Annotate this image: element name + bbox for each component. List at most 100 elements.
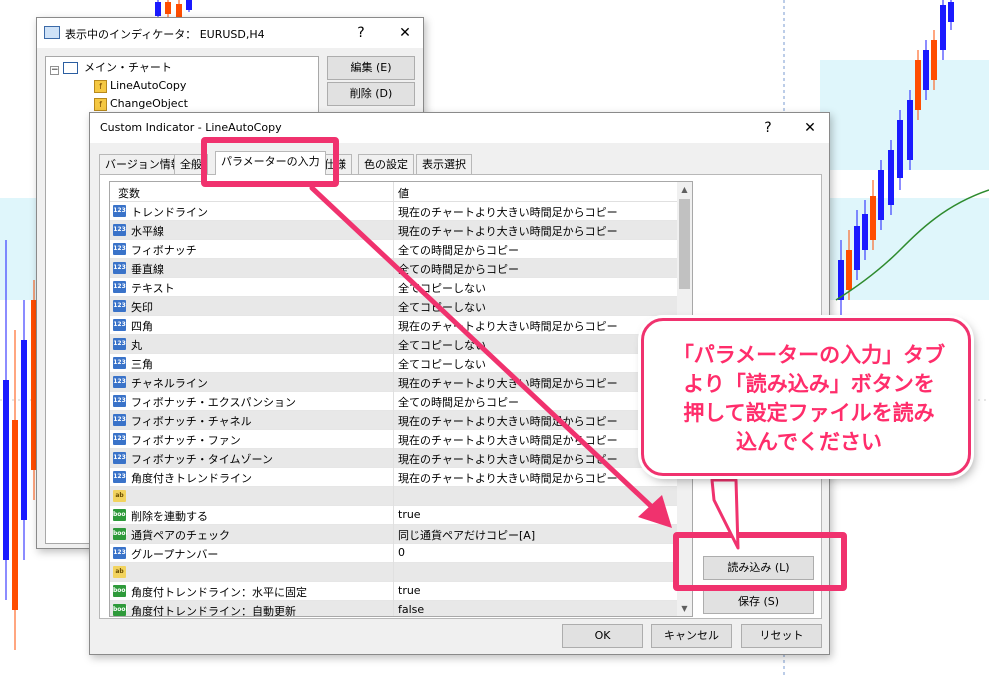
tab-inputs[interactable]: パラメーターの入力 (215, 151, 326, 175)
dialog-titlebar[interactable]: Custom Indicator - LineAutoCopy ? ✕ (90, 113, 829, 143)
number-type-icon: 123 (113, 300, 126, 312)
table-row[interactable]: bool 通貨ペアのチェック 同じ通貨ペアだけコピー[A] (110, 525, 678, 544)
parameter-name: チャネルライン (131, 377, 208, 390)
table-row[interactable]: 123 グループナンバー 0 (110, 544, 678, 563)
load-button[interactable]: 読み込み (L) (703, 556, 814, 580)
table-row[interactable]: 123 丸 全てコピーしない (110, 335, 678, 354)
candle-body (897, 120, 903, 178)
parameter-value[interactable]: 現在のチャートより大きい時間足からコピー (398, 375, 618, 391)
save-button[interactable]: 保存 (S) (703, 590, 814, 614)
parameter-value[interactable]: 全てコピーしない (398, 299, 486, 315)
parameter-name: 四角 (131, 320, 153, 333)
table-row[interactable]: 123 水平線 現在のチャートより大きい時間足からコピー (110, 221, 678, 240)
table-row[interactable]: bool 角度付トレンドライン：自動更新 false (110, 601, 678, 616)
number-type-icon: 123 (113, 262, 126, 274)
parameter-name: 角度付トレンドライン：水平に固定 (131, 586, 307, 599)
parameter-value[interactable]: false (398, 603, 424, 616)
parameter-value[interactable]: 現在のチャートより大きい時間足からコピー (398, 413, 618, 429)
parameter-value[interactable]: 全てコピーしない (398, 280, 486, 296)
candle-body (846, 250, 852, 290)
parameter-value[interactable]: 同じ通貨ペアだけコピー[A] (398, 527, 535, 543)
grid-header: 変数 値 (110, 182, 678, 202)
candle-body (21, 340, 27, 520)
column-variable[interactable]: 変数 (118, 185, 140, 201)
candle-body (915, 60, 921, 110)
callout-line: 「パラメーターの入力」タブ (672, 343, 946, 367)
chart-icon (62, 62, 78, 74)
number-type-icon: 123 (113, 224, 126, 236)
edit-button[interactable]: 編集 (E) (327, 56, 415, 80)
help-icon[interactable]: ? (349, 22, 373, 44)
tree-item-label: LineAutoCopy (110, 79, 187, 92)
reset-button[interactable]: リセット (741, 624, 822, 648)
table-row[interactable]: 123 角度付きトレンドライン 現在のチャートより大きい時間足からコピー (110, 468, 678, 487)
instruction-callout: 「パラメーターの入力」タブ より「読み込み」ボタンを 押して設定ファイルを読み … (641, 318, 971, 476)
app-icon (44, 26, 60, 39)
table-row[interactable]: 123 三角 全てコピーしない (110, 354, 678, 373)
table-row[interactable]: 123 矢印 全てコピーしない (110, 297, 678, 316)
close-icon[interactable]: ✕ (798, 117, 822, 139)
scroll-thumb[interactable] (679, 199, 690, 289)
candle-body (931, 40, 937, 80)
number-type-icon: 123 (113, 452, 126, 464)
parameter-name: テキスト (131, 282, 175, 295)
tree-root[interactable]: − メイン・チャート (50, 59, 172, 77)
delete-button[interactable]: 削除 (D) (327, 82, 415, 106)
table-row[interactable]: bool 削除を連動する true (110, 506, 678, 525)
table-row[interactable]: 123 垂直線 全ての時間足からコピー (110, 259, 678, 278)
candle-body (165, 2, 171, 14)
parameter-value[interactable]: 現在のチャートより大きい時間足からコピー (398, 204, 618, 220)
scroll-down-icon[interactable]: ▼ (677, 601, 692, 616)
parameter-value[interactable]: 全てコピーしない (398, 337, 486, 353)
table-row[interactable]: ab (110, 487, 678, 506)
candle-body (948, 2, 954, 22)
table-row[interactable]: 123 トレンドライン 現在のチャートより大きい時間足からコピー (110, 202, 678, 221)
parameter-value[interactable]: true (398, 508, 421, 521)
close-icon[interactable]: ✕ (393, 22, 417, 44)
collapse-icon[interactable]: − (50, 66, 59, 75)
scroll-up-icon[interactable]: ▲ (677, 182, 692, 197)
tab-colors[interactable]: 色の設定 (358, 154, 414, 174)
table-row[interactable]: bool 角度付トレンドライン：水平に固定 true (110, 582, 678, 601)
parameter-value[interactable]: 現在のチャートより大きい時間足からコピー (398, 223, 618, 239)
parameter-value[interactable]: 現在のチャートより大きい時間足からコピー (398, 318, 618, 334)
parameter-name: フィボナッチ・エクスパンション (131, 396, 296, 409)
tab-visualization[interactable]: 表示選択 (416, 154, 472, 174)
parameter-value[interactable]: 現在のチャートより大きい時間足からコピー (398, 451, 618, 467)
number-type-icon: 123 (113, 414, 126, 426)
table-row[interactable]: 123 チャネルライン 現在のチャートより大きい時間足からコピー (110, 373, 678, 392)
parameter-value[interactable]: 全ての時間足からコピー (398, 242, 519, 258)
parameter-value[interactable]: 現在のチャートより大きい時間足からコピー (398, 432, 618, 448)
number-type-icon: 123 (113, 471, 126, 483)
table-row[interactable]: 123 フィボナッチ・エクスパンション 全ての時間足からコピー (110, 392, 678, 411)
parameter-value[interactable]: 全てコピーしない (398, 356, 486, 372)
candle-body (923, 50, 929, 90)
ok-button[interactable]: OK (562, 624, 643, 648)
indicator-icon: f (94, 97, 107, 111)
table-row[interactable]: 123 フィボナッチ 全ての時間足からコピー (110, 240, 678, 259)
parameter-value[interactable]: 0 (398, 546, 405, 559)
parameter-value[interactable]: 現在のチャートより大きい時間足からコピー (398, 470, 618, 486)
parameter-name: トレンドライン (131, 206, 208, 219)
number-type-icon: 123 (113, 395, 126, 407)
help-icon[interactable]: ? (756, 117, 780, 139)
table-row[interactable]: 123 フィボナッチ・チャネル 現在のチャートより大きい時間足からコピー (110, 411, 678, 430)
parameter-value[interactable]: 全ての時間足からコピー (398, 261, 519, 277)
bool-type-icon: bool (113, 585, 128, 597)
cancel-button[interactable]: キャンセル (651, 624, 732, 648)
table-row[interactable]: 123 フィボナッチ・ファン 現在のチャートより大きい時間足からコピー (110, 430, 678, 449)
bool-type-icon: bool (113, 604, 128, 616)
tab-general[interactable]: 全般 (174, 154, 208, 174)
indicators-titlebar[interactable]: 表示中のインディケータ： EURUSD,H4 ? ✕ (37, 18, 423, 48)
parameter-name: フィボナッチ (131, 244, 197, 257)
table-row[interactable]: 123 テキスト 全てコピーしない (110, 278, 678, 297)
table-row[interactable]: 123 フィボナッチ・タイムゾーン 現在のチャートより大きい時間足からコピー (110, 449, 678, 468)
table-row[interactable]: 123 四角 現在のチャートより大きい時間足からコピー (110, 316, 678, 335)
table-row[interactable]: ab (110, 563, 678, 582)
candle-body (862, 214, 868, 250)
parameter-value[interactable]: true (398, 584, 421, 597)
tree-item[interactable]: f ChangeObject (94, 95, 188, 113)
column-value[interactable]: 値 (398, 185, 409, 201)
parameter-value[interactable]: 全ての時間足からコピー (398, 394, 519, 410)
tree-item[interactable]: f LineAutoCopy (94, 77, 186, 95)
